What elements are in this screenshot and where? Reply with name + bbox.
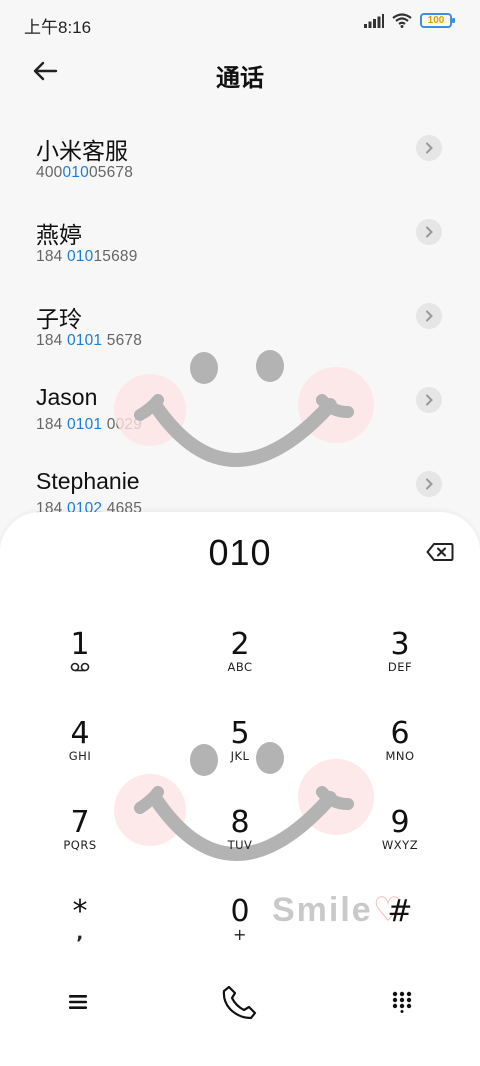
key-5[interactable]: 5 JKL <box>180 709 300 789</box>
menu-icon <box>69 995 87 1009</box>
key-8[interactable]: 8 TUV <box>180 798 300 878</box>
contact-name: Stephanie <box>36 468 140 494</box>
backspace-icon <box>426 543 454 561</box>
status-bar: 上午8:16 100 <box>0 0 480 46</box>
contact-detail-button[interactable] <box>416 387 442 413</box>
contact-name: 小米客服 <box>36 138 128 164</box>
phone-icon <box>222 985 257 1020</box>
contact-number: 184 01015689 <box>36 248 138 265</box>
chevron-right-icon <box>426 394 433 406</box>
contact-name: 燕婷 <box>36 222 82 248</box>
chevron-right-icon <box>426 310 433 322</box>
key-0[interactable]: 0 + <box>180 887 300 967</box>
chevron-right-icon <box>426 478 433 490</box>
key-star[interactable]: * , <box>20 887 140 967</box>
contact-item[interactable]: 子玲 184 0101 5678 <box>0 286 480 370</box>
dialpad-sheet: 010 Smile♡ 1 2 ABC 3 DEF 4 GHI 5 JKL 6 M… <box>0 512 480 1066</box>
menu-button[interactable] <box>52 982 104 1022</box>
backspace-button[interactable] <box>426 542 454 562</box>
contact-detail-button[interactable] <box>416 471 442 497</box>
voicemail-icon <box>70 662 90 672</box>
key-7[interactable]: 7 PQRS <box>20 798 140 878</box>
dialed-number: 010 <box>208 532 272 573</box>
key-3[interactable]: 3 DEF <box>340 620 460 700</box>
status-time: 上午8:16 <box>24 18 92 37</box>
contact-item[interactable]: 小米客服 40001005678 <box>0 118 480 202</box>
contact-number: 184 0101 0029 <box>36 416 143 433</box>
chevron-right-icon <box>426 142 433 154</box>
chevron-right-icon <box>426 226 433 238</box>
contact-item[interactable]: Stephanie 184 0102 4685 <box>0 454 480 518</box>
dialpad-icon <box>392 991 412 1013</box>
key-6[interactable]: 6 MNO <box>340 709 460 789</box>
key-9[interactable]: 9 WXYZ <box>340 798 460 878</box>
key-hash[interactable]: # <box>340 887 460 967</box>
contact-detail-button[interactable] <box>416 219 442 245</box>
page-title: 通话 <box>216 65 264 92</box>
battery-icon: 100 <box>420 13 455 28</box>
signal-icon <box>364 13 384 28</box>
contact-item[interactable]: 燕婷 184 01015689 <box>0 202 480 286</box>
contact-name: 子玲 <box>36 306 82 332</box>
contact-name: Jason <box>36 384 98 410</box>
contact-item[interactable]: Jason 184 0101 0029 <box>0 370 480 454</box>
status-icons: 100 <box>364 13 455 28</box>
contact-number: 184 0101 5678 <box>36 332 143 349</box>
contact-list: 小米客服 40001005678 燕婷 184 01015689 子玲 184 … <box>0 118 480 518</box>
key-4[interactable]: 4 GHI <box>20 709 140 789</box>
key-2[interactable]: 2 ABC <box>180 620 300 700</box>
contact-number: 40001005678 <box>36 164 134 181</box>
call-button[interactable] <box>210 978 270 1026</box>
dialpad-toggle-button[interactable] <box>376 982 428 1022</box>
header: 通话 <box>0 46 480 100</box>
key-1[interactable]: 1 <box>20 620 140 700</box>
contact-detail-button[interactable] <box>416 135 442 161</box>
contact-detail-button[interactable] <box>416 303 442 329</box>
wifi-icon <box>392 13 412 28</box>
